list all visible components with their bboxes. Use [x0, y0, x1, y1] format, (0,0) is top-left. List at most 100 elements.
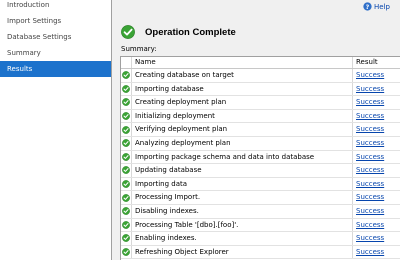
sidebar-item-import-settings[interactable]: Import Settings: [0, 13, 111, 29]
table-row: Importing database Success: [121, 82, 400, 97]
help-label[interactable]: Help: [374, 3, 390, 11]
success-check-icon: [122, 180, 130, 188]
result-link[interactable]: Success: [356, 139, 384, 147]
success-check-icon: [122, 234, 130, 243]
row-name: Analyzing deployment plan: [132, 136, 353, 150]
result-link[interactable]: Success: [356, 98, 384, 106]
result-cell: Success: [353, 123, 400, 136]
table-header: Name Result: [121, 57, 400, 69]
table-body: Creating database on target Success Import…: [121, 69, 400, 260]
status-cell: [121, 191, 132, 204]
result-link[interactable]: Success: [356, 234, 384, 242]
table-row: Creating deployment plan Success: [121, 96, 400, 110]
result-cell: Success: [353, 137, 400, 150]
svg-text:?: ?: [366, 4, 370, 11]
success-check-icon: [122, 193, 130, 202]
result-link[interactable]: Success: [356, 248, 384, 256]
name-column-header[interactable]: Name: [132, 57, 353, 68]
status-cell: [121, 204, 132, 218]
status-cell: [121, 164, 132, 177]
sidebar-item-summary[interactable]: Summary: [0, 45, 111, 61]
result-cell: Success: [353, 191, 400, 204]
table-row: Updating database Success: [121, 164, 400, 178]
row-name: Updating database: [132, 164, 353, 177]
status-cell: [121, 136, 132, 150]
status-cell: [121, 150, 132, 164]
table-row: Importing data Success: [121, 177, 400, 192]
status-cell: [121, 96, 132, 109]
table-row: Creating database on target Success: [121, 69, 400, 83]
sidebar-item-introduction[interactable]: Introduction: [0, 0, 111, 13]
result-link[interactable]: Success: [356, 180, 384, 188]
page-title: Operation Complete: [145, 26, 236, 38]
status-cell: [121, 232, 132, 245]
row-name: Refreshing Object Explorer: [132, 245, 353, 259]
result-link[interactable]: Success: [356, 207, 384, 215]
operation-header: Operation Complete: [121, 25, 236, 39]
result-cell: Success: [353, 164, 400, 177]
results-page: ? Help Operation Complete Summary: Name …: [112, 0, 400, 260]
table-row: Disabling indexes. Success: [121, 204, 400, 219]
success-check-icon: [122, 248, 130, 256]
row-name: Initializing deployment: [132, 109, 353, 123]
table-row: Processing Import. Success: [121, 191, 400, 205]
table-row: Analyzing deployment plan Success: [121, 136, 400, 151]
result-link[interactable]: Success: [356, 112, 384, 120]
summary-label: Summary:: [121, 45, 157, 53]
sidebar-item-results[interactable]: Results: [0, 61, 111, 77]
result-cell: Success: [353, 69, 400, 82]
row-name: Creating database on target: [132, 69, 353, 82]
status-cell: [121, 109, 132, 123]
result-column-header[interactable]: Result: [353, 57, 400, 68]
table-row: Importing package schema and data into d…: [121, 150, 400, 165]
table-row: Processing Table '[dbo].[foo]'. Success: [121, 218, 400, 233]
success-check-icon: [121, 25, 135, 39]
success-check-icon: [122, 112, 130, 120]
result-cell: Success: [353, 178, 400, 191]
result-cell: Success: [353, 83, 400, 96]
row-name: Disabling indexes.: [132, 204, 353, 218]
table-row: Refreshing Object Explorer Success: [121, 245, 400, 260]
result-cell: Success: [353, 96, 400, 109]
row-name: Importing database: [132, 82, 353, 96]
status-cell: [121, 123, 132, 136]
result-link[interactable]: Success: [356, 153, 384, 161]
sidebar-item-database-settings[interactable]: Database Settings: [0, 29, 111, 45]
result-cell: Success: [353, 110, 400, 123]
success-check-icon: [122, 220, 130, 229]
success-check-icon: [122, 85, 130, 93]
result-link[interactable]: Success: [356, 85, 384, 93]
result-cell: Success: [353, 205, 400, 218]
result-link[interactable]: Success: [356, 221, 384, 229]
success-check-icon: [122, 71, 130, 80]
help-link[interactable]: ? Help: [363, 2, 390, 11]
sidebar-nav: Introduction Import Settings Database Se…: [0, 0, 112, 260]
success-check-icon: [122, 152, 130, 161]
row-name: Processing Table '[dbo].[foo]'.: [132, 218, 353, 232]
success-check-icon: [122, 125, 130, 134]
status-cell: [121, 177, 132, 191]
success-check-icon: [122, 207, 130, 216]
table-row: Enabling indexes. Success: [121, 232, 400, 246]
row-name: Importing data: [132, 177, 353, 191]
result-cell: Success: [353, 246, 400, 259]
success-check-icon: [122, 139, 130, 148]
result-link[interactable]: Success: [356, 166, 384, 174]
success-check-icon: [122, 98, 130, 107]
row-name: Creating deployment plan: [132, 96, 353, 109]
result-cell: Success: [353, 151, 400, 164]
results-table: Name Result Creating database on target S…: [120, 56, 400, 260]
status-cell: [121, 69, 132, 82]
row-name: Enabling indexes.: [132, 232, 353, 245]
status-cell: [121, 82, 132, 96]
status-column-header: [121, 57, 132, 68]
result-link[interactable]: Success: [356, 193, 384, 201]
result-cell: Success: [353, 232, 400, 245]
status-cell: [121, 218, 132, 232]
success-check-icon: [122, 166, 130, 175]
row-name: Verifying deployment plan: [132, 123, 353, 136]
status-cell: [121, 245, 132, 259]
result-link[interactable]: Success: [356, 125, 384, 133]
result-link[interactable]: Success: [356, 71, 384, 79]
row-name: Processing Import.: [132, 191, 353, 204]
